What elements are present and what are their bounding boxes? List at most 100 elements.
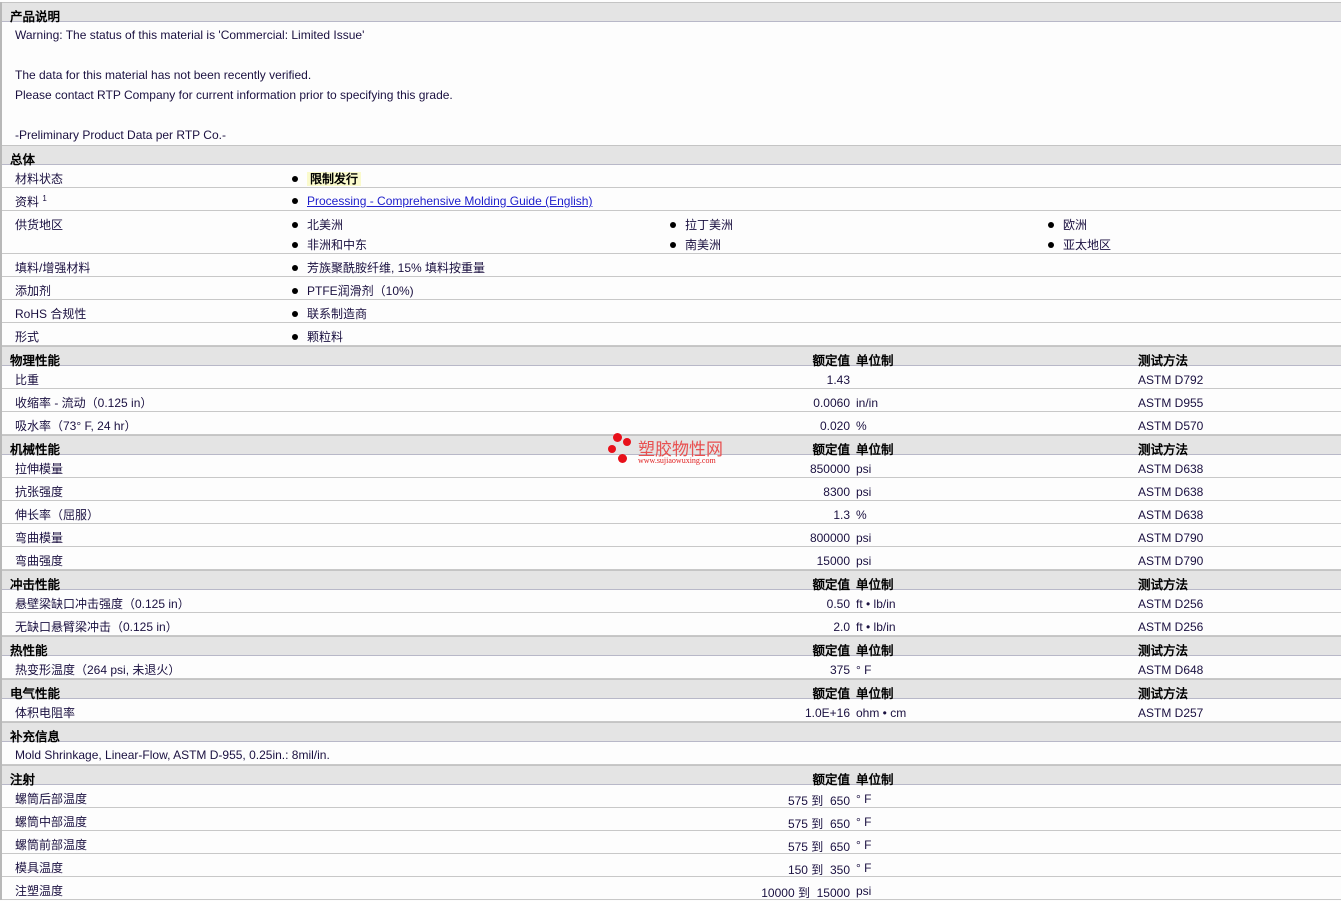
property-unit: ° F [856, 815, 872, 829]
property-name: 螺筒中部温度 [15, 815, 88, 829]
injection-row: 注塑温度 10000 到 15000 psi [2, 877, 1341, 900]
property-value: 575 到 650 [787, 794, 850, 808]
property-name: 螺筒后部温度 [15, 792, 88, 806]
general-row-filler: 填料/增强材料 芳族聚酰胺纤维, 15% 填料按重量 [2, 254, 1341, 277]
bullet-icon [292, 198, 298, 204]
property-unit: % [856, 419, 867, 433]
test-method: ASTM D955 [1138, 396, 1204, 410]
property-value: 1.43 [826, 373, 850, 387]
bullet-icon [292, 176, 298, 182]
processing-guide-link[interactable]: Processing - Comprehensive Molding Guide… [307, 194, 592, 208]
property-row: 收缩率 - 流动（0.125 in） 0.0060 in/in ASTM D955 [2, 389, 1341, 412]
property-value: 2.0 [833, 620, 850, 634]
property-row: 吸水率（73° F, 24 hr） 0.020% ASTM D570 [2, 412, 1341, 435]
section-header-injection: 注射 额定值 单位制 [2, 765, 1341, 787]
general-row-docs: 资料 1 Processing - Comprehensive Molding G… [2, 188, 1341, 211]
property-unit: ohm • cm [856, 706, 907, 720]
property-value: 1.3 [833, 508, 850, 522]
bullet-icon [292, 242, 298, 248]
test-method: ASTM D638 [1138, 485, 1204, 499]
injection-row: 螺筒后部温度 575 到 650 ° F [2, 785, 1341, 808]
test-method: ASTM D257 [1138, 706, 1204, 720]
description-block: Warning: The status of this material is … [2, 22, 1341, 145]
test-method: ASTM D648 [1138, 663, 1204, 677]
verification-text: The data for this material has not been … [15, 68, 312, 82]
property-value: 10000 到 15000 [761, 886, 850, 900]
test-method: ASTM D570 [1138, 419, 1204, 433]
injection-row: 螺筒中部温度 575 到 650 ° F [2, 808, 1341, 831]
section-header: 物理性能 额定值 单位制 测试方法 [2, 346, 1341, 368]
warning-text: Warning: The status of this material is … [15, 28, 365, 42]
preliminary-text: -Preliminary Product Data per RTP Co.- [15, 128, 226, 142]
property-unit: % [856, 508, 867, 522]
bullet-icon [1048, 222, 1054, 228]
property-value: 850000 [809, 462, 850, 476]
property-name: 热变形温度（264 psi, 未退火） [15, 663, 181, 677]
property-row: 热变形温度（264 psi, 未退火） 375 ° F ASTM D648 [2, 656, 1341, 679]
bullet-icon [292, 311, 298, 317]
test-method: ASTM D638 [1138, 462, 1204, 476]
property-sections: 物理性能 额定值 单位制 测试方法比重 1.43 ASTM D792 收缩率 - 流动（0.… [2, 346, 1341, 722]
property-value: 0.0060 [813, 396, 850, 410]
property-unit: ° F [856, 838, 872, 852]
property-unit: ° F [856, 663, 872, 677]
general-row-form: 形式 颗粒料 [2, 323, 1341, 346]
property-row: 伸长率（屈服） 1.3% ASTM D638 [2, 501, 1341, 524]
property-name: 吸水率（73° F, 24 hr） [15, 419, 137, 433]
property-value: 1.0E+16 [804, 706, 850, 720]
property-name: 伸长率（屈服） [15, 508, 100, 522]
property-value: 8300 [823, 485, 850, 499]
contact-text: Please contact RTP Company for current i… [15, 88, 453, 102]
section-header: 热性能 额定值 单位制 测试方法 [2, 636, 1341, 658]
general-row-regions: 供货地区 北美洲 拉丁美洲 欧洲 非洲和中东 南美洲 亚太地区 [2, 211, 1341, 254]
property-unit: ft • lb/in [856, 620, 896, 634]
property-value: 15000 [816, 554, 850, 568]
property-name: 收缩率 - 流动（0.125 in） [15, 396, 153, 410]
property-name: 抗张强度 [15, 485, 64, 499]
property-value: 375 [829, 663, 850, 677]
property-unit: ° F [856, 861, 872, 875]
general-row-rohs: RoHS 合规性 联系制造商 [2, 300, 1341, 323]
general-row-additive: 添加剂 PTFE润滑剂（10%) [2, 277, 1341, 300]
supplement-row: Mold Shrinkage, Linear-Flow, ASTM D-955,… [2, 742, 1341, 765]
bullet-icon [670, 222, 676, 228]
property-name: 拉伸模量 [15, 462, 64, 476]
test-method: ASTM D792 [1138, 373, 1204, 387]
injection-section: 注射 额定值 单位制 螺筒后部温度 575 到 650 ° F 螺筒中部温度 575 到 65… [2, 765, 1341, 900]
property-name: 弯曲模量 [15, 531, 64, 545]
property-name: 体积电阻率 [15, 706, 76, 720]
bullet-icon [292, 222, 298, 228]
property-unit: psi [856, 531, 872, 545]
property-row: 悬壁梁缺口冲击强度（0.125 in） 0.50 ft • lb/in ASTM D2… [2, 590, 1341, 613]
section-header: 电气性能 额定值 单位制 测试方法 [2, 679, 1341, 701]
property-unit: psi [856, 462, 872, 476]
property-value: 575 到 650 [787, 840, 850, 854]
property-name: 螺筒前部温度 [15, 838, 88, 852]
property-name: 比重 [15, 373, 40, 387]
bullet-icon [292, 288, 298, 294]
property-row: 体积电阻率 1.0E+16 ohm • cm ASTM D257 [2, 699, 1341, 722]
section-header: 冲击性能 额定值 单位制 测试方法 [2, 570, 1341, 592]
property-name: 无缺口悬臂梁冲击（0.125 in） [15, 620, 178, 634]
injection-row: 模具温度 150 到 350 ° F [2, 854, 1341, 877]
property-row: 比重 1.43 ASTM D792 [2, 366, 1341, 389]
status-badge: 限制发行 [307, 172, 362, 186]
test-method: ASTM D638 [1138, 508, 1204, 522]
bullet-icon [292, 265, 298, 271]
property-row: 抗张强度 8300 psi ASTM D638 [2, 478, 1341, 501]
property-name: 注塑温度 [15, 884, 64, 898]
section-header-general: 总体 [2, 145, 1341, 167]
property-unit: psi [856, 554, 872, 568]
property-value: 0.50 [826, 597, 850, 611]
injection-row: 螺筒前部温度 575 到 650 ° F [2, 831, 1341, 854]
test-method: ASTM D256 [1138, 620, 1204, 634]
property-value: 0.020 [819, 419, 850, 433]
property-name: 悬壁梁缺口冲击强度（0.125 in） [15, 597, 190, 611]
test-method: ASTM D790 [1138, 554, 1204, 568]
general-row-status: 材料状态 限制发行 [2, 165, 1341, 188]
property-row: 弯曲强度 15000 psi ASTM D790 [2, 547, 1341, 570]
bullet-icon [670, 242, 676, 248]
property-unit: in/in [856, 396, 879, 410]
property-unit: psi [856, 485, 872, 499]
bullet-icon [292, 334, 298, 340]
